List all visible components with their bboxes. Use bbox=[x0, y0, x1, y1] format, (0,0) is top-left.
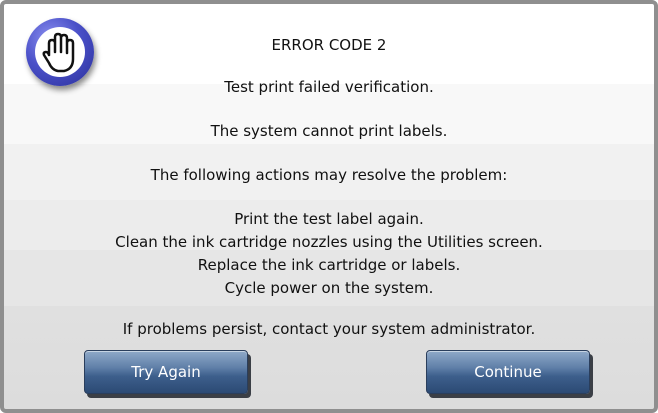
error-message: Test print failed verification. bbox=[224, 78, 434, 96]
continue-button[interactable]: Continue bbox=[426, 350, 590, 394]
error-dialog: ERROR CODE 2 Test print failed verificat… bbox=[0, 0, 658, 413]
action-item: Cycle power on the system. bbox=[224, 279, 434, 297]
error-title: ERROR CODE 2 bbox=[271, 36, 387, 54]
action-item: Clean the ink cartridge nozzles using th… bbox=[115, 233, 543, 251]
support-message: If problems persist, contact your system… bbox=[122, 320, 536, 338]
actions-heading: The following actions may resolve the pr… bbox=[150, 166, 508, 184]
error-message: The system cannot print labels. bbox=[210, 122, 448, 140]
action-item: Print the test label again. bbox=[234, 210, 424, 228]
action-item: Replace the ink cartridge or labels. bbox=[197, 256, 461, 274]
try-again-button[interactable]: Try Again bbox=[84, 350, 248, 394]
